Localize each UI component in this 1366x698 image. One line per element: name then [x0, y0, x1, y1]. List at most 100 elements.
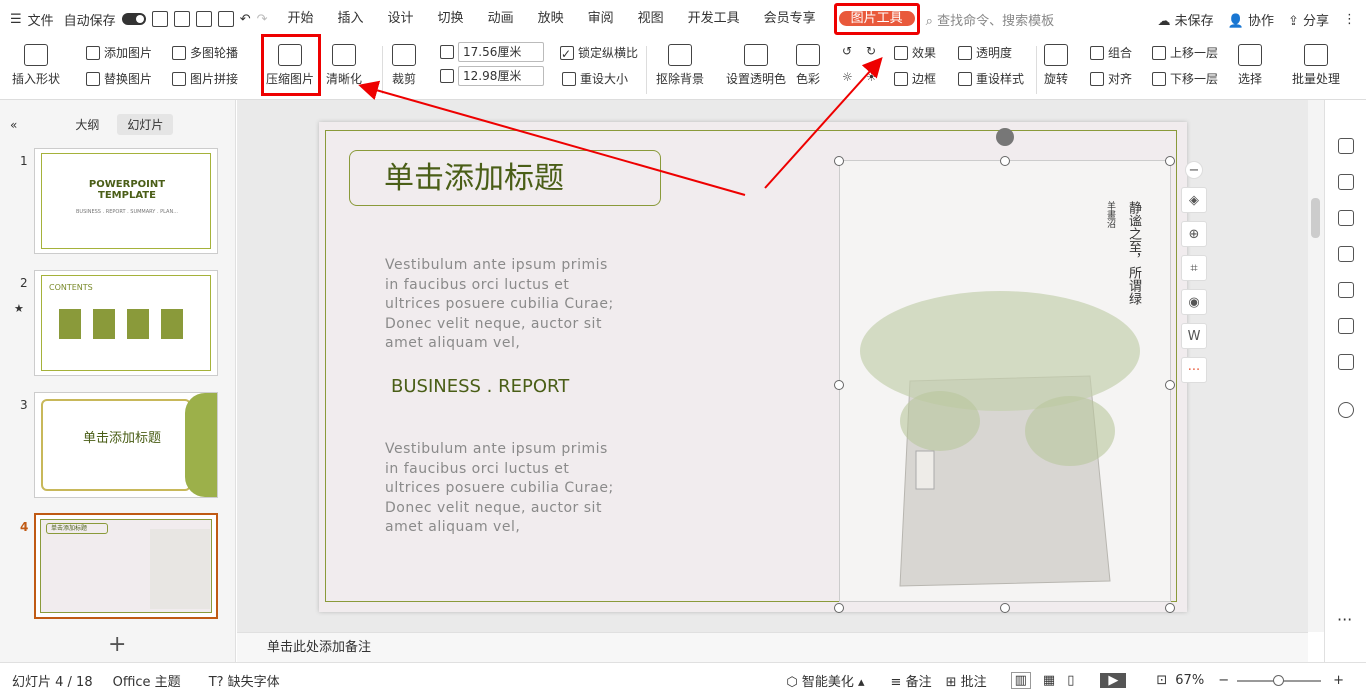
- zoom-out-button[interactable]: −: [1218, 673, 1229, 688]
- align-button[interactable]: 对齐: [1090, 70, 1132, 87]
- brightness-down-icon[interactable]: ☼: [842, 70, 853, 84]
- file-menu[interactable]: ☰ 文件: [0, 10, 64, 29]
- tab-picture-tools[interactable]: 图片工具: [838, 11, 915, 26]
- border-button[interactable]: 边框: [894, 70, 936, 87]
- body-text-2[interactable]: Vestibulum ante ipsum primis in faucibus…: [385, 440, 625, 538]
- resize-handle[interactable]: [1165, 156, 1175, 166]
- slide-thumbnail-2[interactable]: CONTENTS: [34, 270, 218, 376]
- add-slide-button[interactable]: +: [108, 632, 126, 657]
- star-tool-icon[interactable]: [1338, 210, 1354, 226]
- play-icon[interactable]: ▶: [1100, 673, 1127, 688]
- resize-handle[interactable]: [1000, 156, 1010, 166]
- resize-handle[interactable]: [834, 156, 844, 166]
- width-field[interactable]: 17.56厘米: [440, 42, 544, 62]
- tab-outline[interactable]: 大纲: [65, 114, 109, 135]
- scroll-thumb[interactable]: [1311, 198, 1320, 238]
- send-backward-button[interactable]: 下移一层: [1152, 70, 1218, 87]
- zoom-in-icon[interactable]: ⊕: [1181, 221, 1207, 247]
- carousel-button[interactable]: 多图轮播: [172, 44, 238, 61]
- rotate-handle-icon[interactable]: [996, 128, 1014, 146]
- zoom-in-button[interactable]: +: [1333, 673, 1344, 688]
- image-icon[interactable]: [1338, 282, 1354, 298]
- unsaved-button[interactable]: ☁ 未保存: [1157, 10, 1213, 29]
- more-icon[interactable]: ⋮: [1343, 12, 1356, 27]
- reset-style-button[interactable]: 重设样式: [958, 70, 1024, 87]
- tab-member[interactable]: 会员专享: [752, 0, 828, 38]
- save-icon[interactable]: [151, 11, 168, 27]
- missing-font-button[interactable]: T? 缺失字体: [209, 671, 280, 690]
- slide-title[interactable]: 单击添加标题: [349, 150, 661, 206]
- book-icon[interactable]: [1338, 354, 1354, 370]
- autosave-toggle[interactable]: [121, 13, 146, 25]
- bring-forward-button[interactable]: 上移一层: [1152, 44, 1218, 61]
- theme-name[interactable]: Office 主题: [113, 671, 181, 690]
- export-icon[interactable]: [173, 11, 190, 27]
- resize-handle[interactable]: [1000, 603, 1010, 613]
- fit-icon[interactable]: ⊡: [1156, 673, 1167, 688]
- tab-animation[interactable]: 动画: [476, 0, 526, 38]
- resize-handle[interactable]: [1165, 380, 1175, 390]
- vertical-scrollbar[interactable]: [1308, 100, 1324, 632]
- select-button[interactable]: 选择: [1238, 44, 1262, 87]
- tab-developer[interactable]: 开发工具: [676, 0, 752, 38]
- tab-transition[interactable]: 切换: [426, 0, 476, 38]
- replace-image-button[interactable]: 替换图片: [86, 70, 152, 87]
- rotate-right-icon[interactable]: ↻: [866, 44, 876, 58]
- comment-button[interactable]: ⊞ 批注: [946, 671, 987, 690]
- undo-icon[interactable]: ↶: [240, 12, 251, 27]
- beautify-button[interactable]: ⬡ 智能美化 ▴: [786, 671, 864, 690]
- resize-handle[interactable]: [834, 380, 844, 390]
- share-button[interactable]: ⇪ 分享: [1288, 10, 1329, 29]
- height-field[interactable]: 12.98厘米: [440, 66, 544, 86]
- plant-image[interactable]: 静谧之至，所谓绿 羊畫沼: [839, 160, 1171, 602]
- compress-image-button[interactable]: 压缩图片: [266, 44, 314, 87]
- remove-bg-button[interactable]: 抠除背景: [656, 44, 704, 87]
- word-icon[interactable]: W: [1181, 323, 1207, 349]
- batch-button[interactable]: 批量处理: [1292, 44, 1340, 87]
- notes-button[interactable]: ≡ 备注: [891, 671, 932, 690]
- slide-thumbnail-4[interactable]: 单击添加标题: [34, 513, 218, 619]
- section-heading[interactable]: BUSINESS . REPORT: [391, 376, 569, 397]
- lock-ratio-checkbox[interactable]: ✓ 锁定纵横比: [560, 44, 638, 61]
- tab-design[interactable]: 设计: [376, 0, 426, 38]
- search-command[interactable]: ⌕ 查找命令、搜索模板: [926, 10, 1054, 29]
- copy-icon[interactable]: [1338, 246, 1354, 262]
- set-transparent-button[interactable]: 设置透明色: [726, 44, 786, 87]
- redo-icon[interactable]: ↷: [257, 12, 268, 27]
- zoom-slider[interactable]: [1237, 674, 1322, 686]
- tab-slideshow[interactable]: 放映: [526, 0, 576, 38]
- tab-insert[interactable]: 插入: [326, 0, 376, 38]
- slide-thumbnail-1[interactable]: POWERPOINT TEMPLATE BUSINESS . REPORT . …: [34, 148, 218, 254]
- color-button[interactable]: 色彩: [796, 44, 820, 87]
- zoom-slider-thumb[interactable]: [1273, 674, 1285, 686]
- preview-icon[interactable]: [217, 11, 234, 27]
- slide-thumbnail-3[interactable]: 单击添加标题: [34, 392, 218, 498]
- resize-handle[interactable]: [1165, 603, 1175, 613]
- tab-home[interactable]: 开始: [276, 0, 326, 38]
- rotate-button[interactable]: 旋转: [1044, 44, 1068, 87]
- effects-button[interactable]: 效果: [894, 44, 936, 61]
- tab-view[interactable]: 视图: [626, 0, 676, 38]
- brightness-up-icon[interactable]: ☀: [866, 70, 877, 84]
- normal-view-icon[interactable]: ▥: [1010, 672, 1031, 689]
- collapse-icon[interactable]: «: [10, 118, 17, 132]
- reset-size-button[interactable]: 重设大小: [562, 70, 628, 87]
- transparency-button[interactable]: 透明度: [958, 44, 1012, 61]
- zoom-level[interactable]: 67%: [1175, 673, 1204, 688]
- tab-slides[interactable]: 幻灯片: [117, 114, 174, 135]
- add-image-button[interactable]: 添加图片: [86, 44, 152, 61]
- zoom-out-icon[interactable]: −: [1185, 161, 1203, 179]
- rotate-left-icon[interactable]: ↺: [842, 44, 852, 58]
- notes-bar[interactable]: 单击此处添加备注: [237, 632, 1308, 662]
- group-button[interactable]: 组合: [1090, 44, 1132, 61]
- more-rail-icon[interactable]: ···: [1337, 610, 1352, 629]
- collage-button[interactable]: 图片拼接: [172, 70, 238, 87]
- idea-icon[interactable]: ◉: [1181, 289, 1207, 315]
- tab-review[interactable]: 审阅: [576, 0, 626, 38]
- grid-view-icon[interactable]: ▦: [1043, 673, 1055, 688]
- settings-sliders-icon[interactable]: [1338, 174, 1354, 190]
- insert-shape-button[interactable]: 插入形状: [12, 44, 60, 87]
- sharpen-button[interactable]: 清晰化: [326, 44, 362, 87]
- crop-button[interactable]: 裁剪: [392, 44, 416, 87]
- resize-handle[interactable]: [834, 603, 844, 613]
